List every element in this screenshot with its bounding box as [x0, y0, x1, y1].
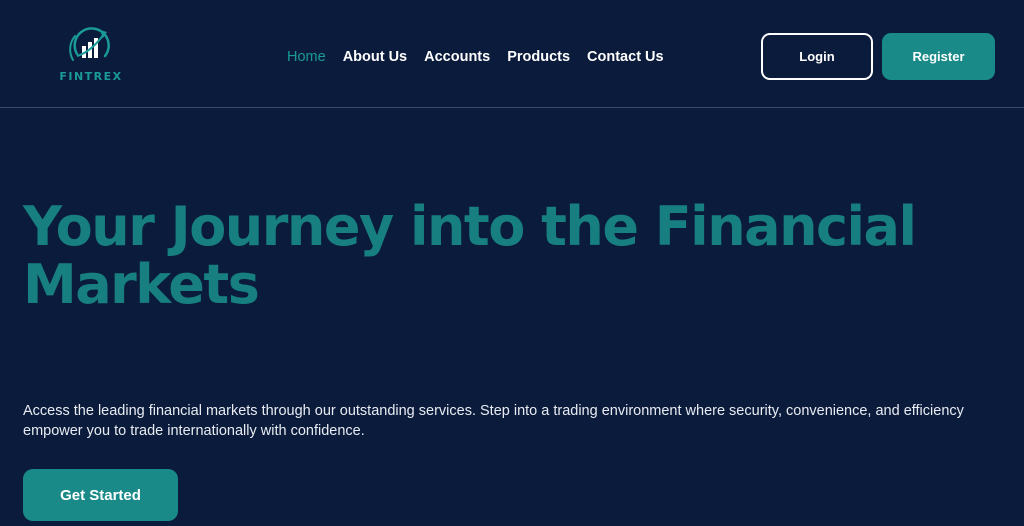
- nav-item-about-us[interactable]: About Us: [343, 49, 407, 65]
- hero-description: Access the leading financial markets thr…: [23, 403, 964, 439]
- nav-item-contact-us[interactable]: Contact Us: [587, 49, 664, 65]
- rising-bar-chart-icon: [69, 27, 110, 61]
- brand-name: FINTREX: [59, 70, 123, 83]
- get-started-button[interactable]: Get Started: [23, 469, 178, 521]
- nav-item-products[interactable]: Products: [507, 49, 570, 65]
- nav-item-home[interactable]: Home: [287, 49, 326, 65]
- nav-item-accounts[interactable]: Accounts: [424, 49, 490, 65]
- login-button[interactable]: Login: [761, 33, 873, 80]
- landing-page: FINTREX Home About Us Accounts Products …: [0, 0, 1024, 526]
- brand-logo[interactable]: FINTREX: [56, 26, 126, 90]
- main-nav: Home About Us Accounts Products Contact …: [287, 46, 664, 68]
- site-header: FINTREX Home About Us Accounts Products …: [0, 0, 1024, 108]
- hero-title: Your Journey into the Financial Markets: [23, 195, 917, 316]
- register-button[interactable]: Register: [882, 33, 995, 80]
